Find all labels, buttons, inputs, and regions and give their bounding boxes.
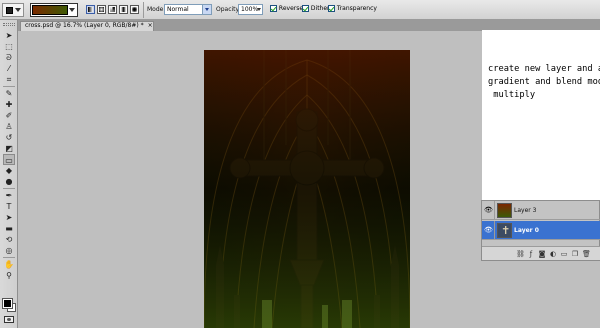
foreground-color-swatch[interactable] [2,298,13,309]
document-tab[interactable]: cross.psd @ 16.7% (Layer 0, RGB/8#) * × [20,21,154,31]
shape-tool-icon[interactable]: ▬ [3,223,15,234]
document-canvas[interactable] [204,50,410,328]
pen-tool-icon[interactable]: ✒ [3,190,15,201]
eye-icon[interactable]: 👁 [484,226,493,234]
eye-icon[interactable]: 👁 [484,206,493,214]
hand-tool-icon[interactable]: ✋ [3,259,15,270]
dither-checkbox[interactable]: Dither [302,5,330,15]
options-bar: Mode: Normal Opacity: 100% Reverse Dithe… [0,0,600,20]
close-icon[interactable]: × [148,22,153,29]
eyedropper-icon[interactable]: ✎ [3,88,15,99]
chevron-down-icon[interactable] [69,8,75,12]
clone-stamp-icon[interactable]: ♙ [3,121,15,132]
gradient-swatch[interactable] [32,5,68,15]
layers-panel: 👁 Layer 3 👁 Layer 0 ⛓ƒ◙◐▭❐🗑 [481,200,600,261]
visibility-toggle[interactable]: 👁 [482,201,495,220]
gradient-picker[interactable] [30,3,78,17]
chevron-down-icon[interactable] [202,5,211,14]
new-layer-icon[interactable]: ❐ [571,250,579,258]
crop-tool-icon[interactable]: ⌗ [3,74,15,85]
instruction-text: create new layer and apply gradient and … [488,64,600,100]
diamond-gradient-button[interactable] [130,5,139,14]
type-tool-icon[interactable]: T [3,201,15,212]
linear-gradient-button[interactable] [86,5,95,14]
3d-orbit-icon[interactable]: ◎ [3,245,15,256]
layers-panel-footer: ⛓ ƒ ◙ ◐ ▭ ❐ 🗑 [482,246,600,260]
toolbox-divider [3,257,15,258]
magic-wand-icon[interactable]: ⁄ [3,63,15,74]
delete-layer-icon[interactable]: 🗑 [582,250,591,258]
instruction-note: create new layer and apply gradient and … [482,30,600,200]
mode-label: Mode: [147,6,166,13]
toolbox-divider [3,86,15,87]
radial-gradient-button[interactable] [97,5,106,14]
transparency-label: Transparency [336,5,377,12]
checkbox-icon[interactable] [328,5,335,12]
dither-label: Dither [310,5,330,12]
toolbox-divider [3,188,15,189]
tool-preset-picker[interactable] [2,3,24,17]
lasso-tool-icon[interactable]: ᘐ [3,52,15,63]
mode-value: Normal [167,6,189,13]
dodge-tool-icon[interactable]: ● [3,176,15,187]
blur-tool-icon[interactable]: ◆ [3,165,15,176]
layer-row-layer-0[interactable]: 👁 Layer 0 [482,221,600,240]
eraser-icon[interactable]: ◩ [3,143,15,154]
chevron-down-icon[interactable] [256,5,262,14]
marquee-tool-icon[interactable]: ⬚ [3,41,15,52]
layer-thumbnail [497,223,512,238]
adjustment-layer-icon[interactable]: ◐ [549,250,557,258]
gradient-tool-icon[interactable]: ▭ [3,154,15,165]
gradient-tool-icon [6,7,13,14]
angle-gradient-button[interactable] [108,5,117,14]
layer-name[interactable]: Layer 0 [514,227,539,234]
chevron-down-icon [15,8,21,12]
move-tool-icon[interactable]: ➤ [3,30,15,41]
reflected-gradient-button[interactable] [119,5,128,14]
toolbox-grip[interactable] [3,23,15,26]
3d-rotate-icon[interactable]: ⟲ [3,234,15,245]
layer-style-icon[interactable]: ƒ [527,250,535,258]
checkbox-icon[interactable] [302,5,309,12]
opacity-input[interactable]: 100% [238,4,263,15]
history-brush-icon[interactable]: ↺ [3,132,15,143]
zoom-tool-icon[interactable]: ⚲ [3,270,15,281]
checkbox-icon[interactable] [270,5,277,12]
layer-row-layer-3[interactable]: 👁 Layer 3 [482,201,600,220]
layer-name[interactable]: Layer 3 [514,207,536,214]
divider [143,2,144,18]
healing-brush-icon[interactable]: ✚ [3,99,15,110]
path-selection-icon[interactable]: ➤ [3,212,15,223]
layer-thumbnail [497,203,512,218]
new-group-icon[interactable]: ▭ [560,250,568,258]
opacity-label: Opacity: [216,6,241,13]
reverse-label: Reverse [278,5,304,12]
visibility-toggle[interactable]: 👁 [482,221,495,240]
toolbox: ➤ ⬚ ᘐ ⁄ ⌗ ✎ ✚ ✐ ♙ ↺ ◩ ▭ ◆ ● ✒ T ➤ ▬ ⟲ ◎ ✋ ⚲ [0,20,18,328]
brush-tool-icon[interactable]: ✐ [3,110,15,121]
document-tab-title: cross.psd @ 16.7% (Layer 0, RGB/8#) * [25,22,144,29]
reverse-checkbox[interactable]: Reverse [270,5,303,15]
transparency-checkbox[interactable]: Transparency [328,5,377,15]
canvas-artwork [204,50,410,328]
link-layers-icon[interactable]: ⛓ [516,250,525,258]
quick-mask-icon[interactable] [4,316,14,323]
add-mask-icon[interactable]: ◙ [538,250,546,258]
mode-select[interactable]: Normal [164,4,212,15]
